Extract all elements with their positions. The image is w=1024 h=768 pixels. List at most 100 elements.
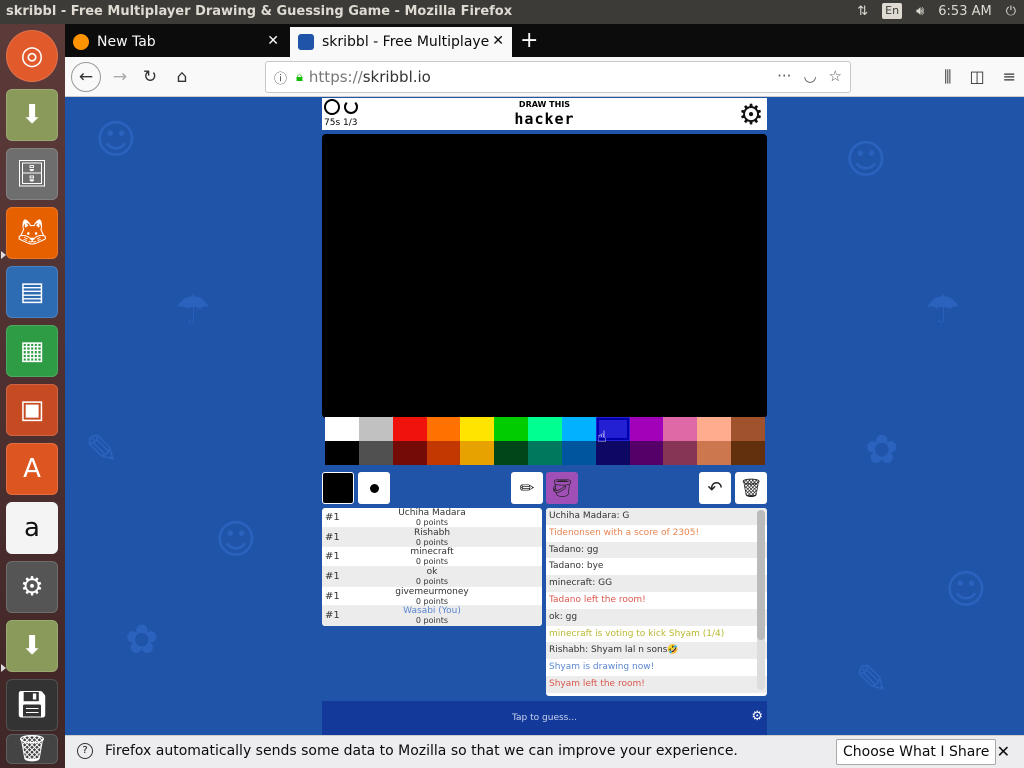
- tab-skribbl[interactable]: skribbl - Free Multiplaye ✕: [290, 27, 512, 57]
- pencil-tool-button[interactable]: ✏: [511, 472, 543, 504]
- bookmark-star-icon[interactable]: ☆: [829, 67, 842, 85]
- sidebar-icon[interactable]: ◫: [969, 67, 984, 87]
- color-swatch[interactable]: [392, 417, 427, 441]
- back-button[interactable]: ←: [71, 62, 101, 92]
- url-bar[interactable]: ⓘ 🔒︎ https://skribbl.io ··· ◡ ☆: [265, 61, 851, 93]
- network-icon[interactable]: ⇅: [857, 4, 868, 19]
- brush-dot-icon: [369, 483, 379, 493]
- color-swatch[interactable]: [426, 417, 461, 441]
- chat-settings-gear-icon[interactable]: ⚙: [751, 709, 763, 724]
- color-swatch[interactable]: [697, 441, 732, 465]
- ubuntu-launcher: ◎ ⬇ 🗄︎ 🦊︎ ▤ ▦ ▣ A a ⚙ ⬇ 💾︎ 🗑︎: [0, 24, 65, 768]
- forward-button[interactable]: →: [107, 64, 133, 90]
- color-swatch[interactable]: [663, 441, 698, 465]
- file-manager-icon[interactable]: 🗄︎: [6, 148, 58, 200]
- close-notification-icon[interactable]: ✕: [997, 742, 1010, 761]
- player-name: minecraft: [410, 547, 454, 558]
- color-swatch[interactable]: [561, 417, 596, 441]
- brush-size-button[interactable]: [358, 472, 390, 504]
- pocket-icon[interactable]: ◡: [803, 67, 816, 85]
- color-swatch[interactable]: [325, 441, 359, 465]
- url-text[interactable]: https://skribbl.io: [309, 68, 431, 86]
- color-swatch[interactable]: [697, 417, 732, 441]
- settings-gear-icon[interactable]: ⚙: [735, 98, 767, 131]
- clear-canvas-button[interactable]: 🗑︎: [735, 472, 767, 504]
- guess-input[interactable]: [322, 701, 767, 735]
- chat-scrollbar-thumb[interactable]: [757, 510, 765, 640]
- software-center-icon[interactable]: A: [6, 443, 58, 495]
- chat-message: Shyam left the room!: [546, 675, 767, 693]
- color-swatch[interactable]: [358, 441, 393, 465]
- draw-this-label: DRAW THIS: [518, 100, 571, 109]
- color-swatch[interactable]: [460, 441, 495, 465]
- color-swatch[interactable]: [561, 441, 596, 465]
- volume-icon[interactable]: 🔊︎: [916, 4, 924, 19]
- lock-icon[interactable]: 🔒︎: [296, 70, 303, 85]
- player-row[interactable]: #1 Wasabi (You) 0 points: [322, 606, 542, 627]
- keyboard-layout-indicator[interactable]: En: [882, 3, 903, 19]
- libreoffice-writer-icon[interactable]: ▤: [6, 266, 58, 318]
- color-swatch[interactable]: [731, 417, 765, 441]
- clock[interactable]: 6:53 AM: [938, 4, 991, 19]
- color-swatch[interactable]: [731, 441, 765, 465]
- menu-icon[interactable]: ≡: [1003, 67, 1016, 87]
- player-row[interactable]: #1 minecraft 0 points: [322, 547, 542, 568]
- tab-new-tab[interactable]: New Tab ✕: [65, 27, 287, 57]
- firefox-icon[interactable]: 🦊︎: [6, 207, 58, 259]
- fill-tool-button[interactable]: 🪣︎: [546, 472, 578, 504]
- chat-scrollbar[interactable]: [757, 510, 765, 690]
- color-swatch[interactable]: [426, 441, 461, 465]
- choose-what-i-share-button[interactable]: Choose What I Share: [836, 739, 997, 765]
- background-doodle-icon: ☂: [925, 287, 961, 333]
- color-swatch[interactable]: [663, 417, 698, 441]
- player-row[interactable]: #1 givemeurmoney 0 points: [322, 587, 542, 607]
- player-points: 0 points: [415, 537, 449, 547]
- background-doodle-icon: ☺: [945, 567, 987, 613]
- home-button[interactable]: ⌂: [169, 64, 195, 90]
- floppy-save-icon[interactable]: 💾︎: [6, 679, 58, 731]
- background-doodle-icon: ☺: [845, 137, 887, 183]
- system-settings-icon[interactable]: ⚙: [6, 561, 58, 613]
- background-doodle-icon: ☺: [95, 117, 137, 163]
- trash-icon: 🗑︎: [739, 477, 763, 499]
- disk-installer-icon[interactable]: ⬇: [6, 620, 58, 672]
- disk-installer-icon[interactable]: ⬇: [6, 89, 58, 141]
- color-swatch[interactable]: [358, 417, 393, 441]
- amazon-icon[interactable]: a: [6, 502, 58, 554]
- libreoffice-calc-icon[interactable]: ▦: [6, 325, 58, 377]
- libreoffice-impress-icon[interactable]: ▣: [6, 384, 58, 436]
- color-swatch[interactable]: [460, 417, 495, 441]
- close-tab-icon[interactable]: ✕: [267, 33, 279, 49]
- color-swatch[interactable]: [325, 417, 359, 441]
- color-palette: [325, 417, 765, 465]
- reload-button[interactable]: ↻: [137, 64, 163, 90]
- new-tab-button[interactable]: +: [520, 28, 538, 53]
- color-swatch[interactable]: [528, 441, 562, 465]
- power-icon[interactable]: ⏻: [1006, 4, 1016, 19]
- player-points: 0 points: [415, 596, 449, 606]
- close-tab-icon[interactable]: ✕: [492, 33, 504, 49]
- player-row[interactable]: #1 ok 0 points: [322, 567, 542, 587]
- chat-message: minecraft: GG: [546, 575, 767, 592]
- color-swatch[interactable]: [494, 417, 529, 441]
- undo-button[interactable]: ↶: [699, 472, 731, 504]
- info-icon[interactable]: ⓘ: [274, 68, 287, 87]
- trash-icon[interactable]: 🗑︎: [6, 734, 58, 764]
- color-swatch[interactable]: [528, 417, 562, 441]
- window-title: skribbl - Free Multiplayer Drawing & Gue…: [6, 4, 513, 19]
- pencil-icon: ✏: [519, 477, 535, 499]
- player-name: Uchiha Madara: [398, 508, 466, 518]
- player-row[interactable]: #1 Uchiha Madara 0 points: [322, 508, 542, 528]
- os-top-bar: skribbl - Free Multiplayer Drawing & Gue…: [0, 0, 1024, 24]
- color-swatch[interactable]: [494, 441, 529, 465]
- library-icon[interactable]: ⫼: [944, 67, 951, 87]
- color-swatch[interactable]: [629, 417, 664, 441]
- page-actions-icon[interactable]: ···: [777, 67, 791, 85]
- ubuntu-dash-icon[interactable]: ◎: [6, 30, 58, 82]
- player-row[interactable]: #1 Rishabh 0 points: [322, 527, 542, 548]
- drawing-canvas[interactable]: [322, 134, 767, 418]
- fill-bucket-icon: 🪣︎: [550, 477, 574, 499]
- color-swatch[interactable]: [392, 441, 427, 465]
- color-swatch[interactable]: [629, 441, 664, 465]
- chat-panel: Uchiha Madara: G Tidenonsen with a score …: [546, 508, 767, 696]
